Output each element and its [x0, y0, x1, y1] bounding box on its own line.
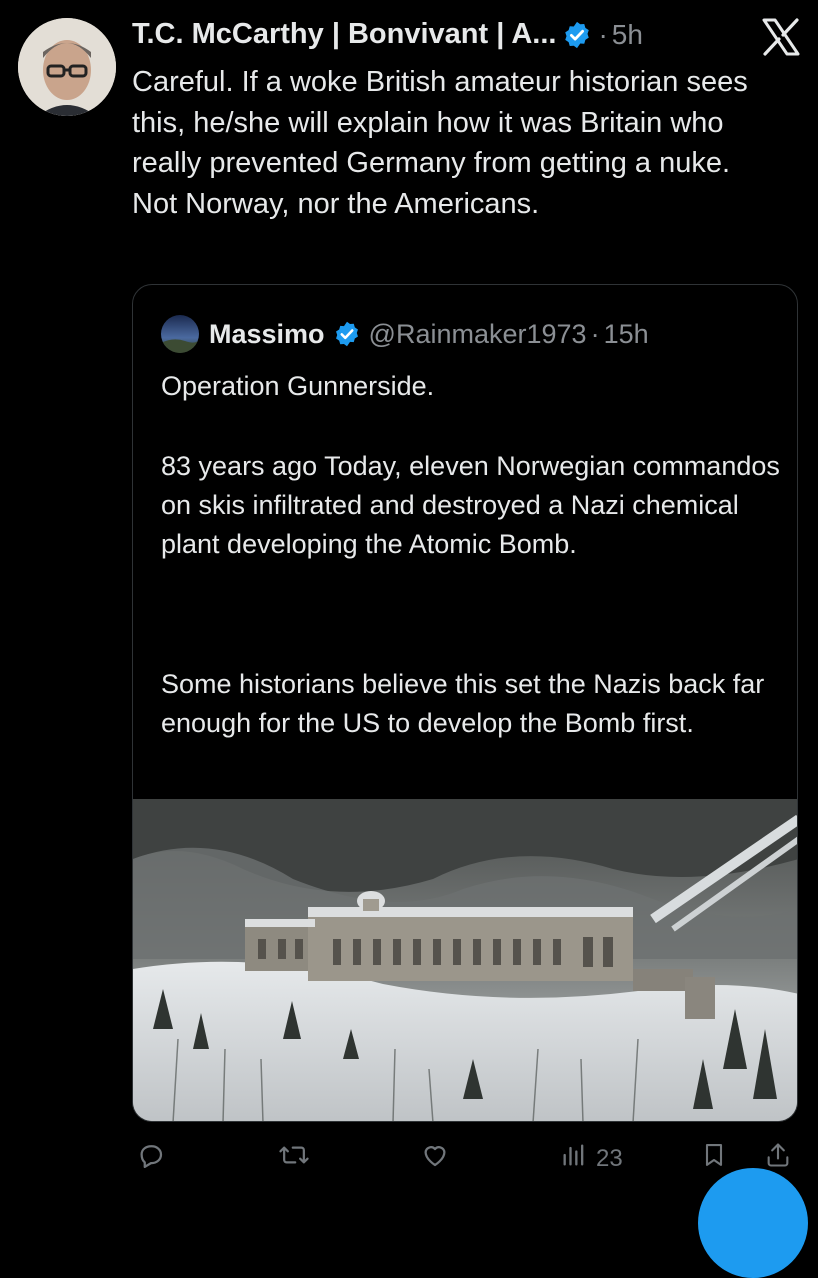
author-name[interactable]: T.C. McCarthy | Bonvivant | A...: [132, 18, 556, 51]
quoted-author-name[interactable]: Massimo: [209, 319, 325, 350]
like-icon[interactable]: [420, 1140, 450, 1170]
compose-button[interactable]: [698, 1168, 808, 1278]
retweet-icon[interactable]: [278, 1140, 310, 1170]
quoted-tweet-paragraph: Operation Gunnerside.: [161, 371, 435, 401]
tweet-header: T.C. McCarthy | Bonvivant | A... · 5h: [132, 18, 643, 51]
bookmark-icon[interactable]: [700, 1140, 728, 1170]
reply-icon[interactable]: [136, 1140, 166, 1170]
quoted-tweet-card[interactable]: Massimo @Rainmaker1973 · 15h Operation G…: [132, 284, 798, 1122]
tweet-action-bar: 23: [0, 1140, 818, 1180]
quoted-tweet-header: Massimo @Rainmaker1973 · 15h: [161, 315, 649, 353]
tweet-text: Careful. If a woke British amateur histo…: [132, 66, 748, 220]
quoted-author-avatar[interactable]: [161, 315, 199, 353]
views-icon: [560, 1140, 588, 1177]
share-icon[interactable]: [764, 1140, 792, 1170]
quoted-author-handle[interactable]: @Rainmaker1973: [369, 319, 587, 350]
time-separator: ·: [590, 318, 600, 349]
x-logo-icon[interactable]: [760, 16, 802, 58]
tweet-time[interactable]: 5h: [612, 19, 643, 51]
views-count: 23: [596, 1144, 623, 1172]
quoted-tweet-time[interactable]: 15h: [604, 319, 649, 350]
quoted-tweet-photo[interactable]: [133, 799, 797, 1121]
quoted-tweet-paragraph: Some historians believe this set the Naz…: [161, 669, 765, 738]
author-avatar[interactable]: [18, 18, 116, 116]
verified-badge-icon: [562, 20, 592, 50]
time-separator: ·: [598, 18, 608, 50]
views-button[interactable]: 23: [560, 1140, 623, 1177]
verified-badge-icon: [333, 320, 361, 348]
quoted-tweet-paragraph: 83 years ago Today, eleven Norwegian com…: [161, 451, 780, 559]
